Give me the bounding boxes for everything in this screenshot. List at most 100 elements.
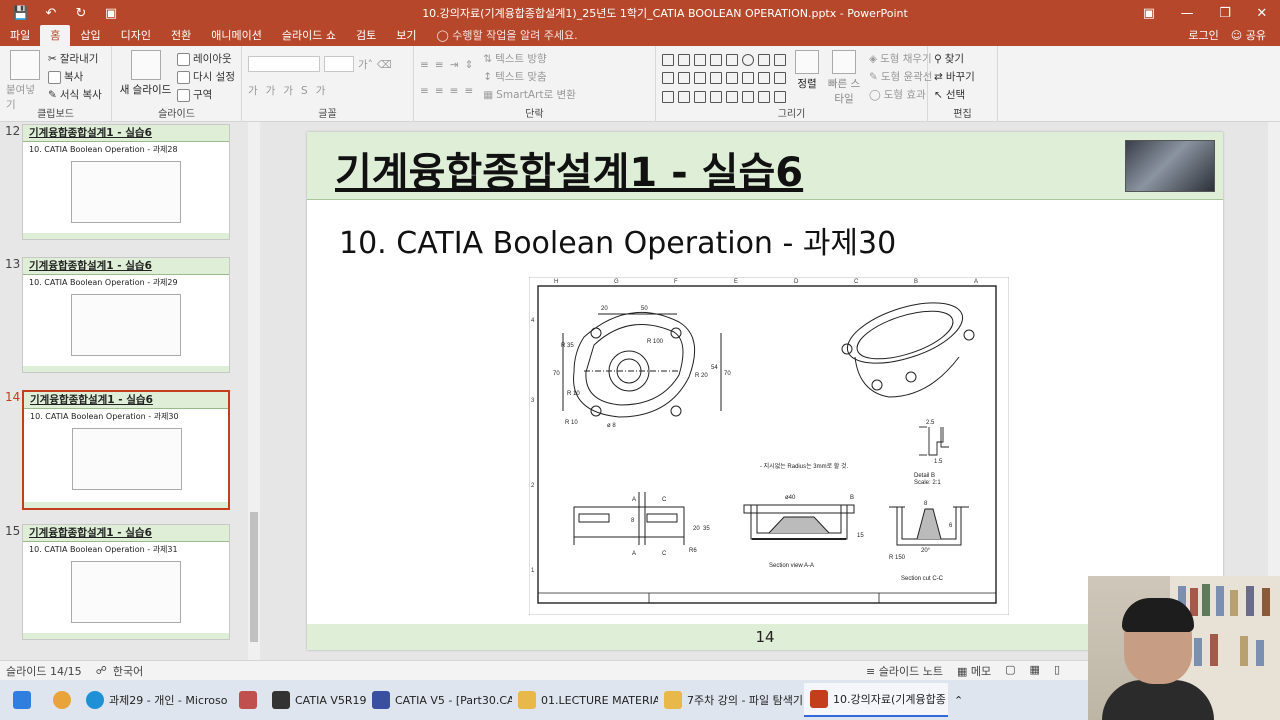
copy-button[interactable]: 복사	[48, 68, 102, 86]
tab-design[interactable]: 디자인	[111, 25, 161, 46]
slide-counter: 슬라이드 14/15	[6, 664, 82, 678]
replace-button[interactable]: ⇄ 바꾸기	[934, 68, 991, 86]
grow-font-icon[interactable]: 가˄	[358, 56, 373, 74]
cut-button[interactable]: ✂ 잘라내기	[48, 50, 102, 68]
ribbon-display-icon[interactable]: ▣	[1143, 6, 1155, 21]
shape-fill-button[interactable]: ◈ 도형 채우기	[869, 50, 932, 68]
tab-animations[interactable]: 애니메이션	[201, 25, 272, 46]
justify-icon[interactable]: ≡	[464, 82, 473, 100]
quick-styles-button[interactable]: 빠른 스타일	[827, 50, 861, 106]
taskbar-powerpoint[interactable]: 10.강의자료(기계융합종	[804, 683, 948, 717]
thumbnail-row[interactable]: 13 기계융합종합설계1 - 실습6 10. CATIA Boolean Ope…	[0, 257, 250, 375]
tab-file[interactable]: 파일	[0, 25, 40, 46]
smartart-button[interactable]: ▦ SmartArt로 변환	[483, 86, 576, 104]
engine-image[interactable]	[1125, 140, 1215, 192]
taskbar-chrome[interactable]	[44, 683, 80, 717]
taskbar-catia[interactable]: CATIA V5 - [Part30.CATF	[366, 683, 512, 717]
align-right-icon[interactable]: ≡	[450, 82, 459, 100]
slide-thumbnail[interactable]: 기계융합종합설계1 - 실습6 10. CATIA Boolean Operat…	[22, 524, 230, 640]
restore-icon[interactable]: ❐	[1219, 6, 1231, 21]
minimize-icon[interactable]: —	[1181, 6, 1194, 21]
thumbnail-drawing	[71, 161, 181, 223]
border-row-label: 1	[531, 568, 535, 574]
thumbnail-scrollbar[interactable]	[248, 122, 260, 660]
tell-me-box[interactable]: ◯ 수행할 작업을 알려 주세요.	[426, 25, 587, 46]
tab-review[interactable]: 검토	[346, 25, 386, 46]
shape-effects-button[interactable]: ◯ 도형 효과	[869, 86, 932, 104]
thumbnail-row[interactable]: 15 기계융합종합설계1 - 실습6 10. CATIA Boolean Ope…	[0, 524, 250, 642]
arrange-button[interactable]: 정렬	[795, 50, 819, 106]
align-left-icon[interactable]: ≡	[420, 82, 429, 100]
layout-button[interactable]: 레이아웃	[177, 50, 235, 68]
person-icon: ☺	[1230, 29, 1243, 42]
tab-insert[interactable]: 삽입	[70, 25, 110, 46]
scrollbar-thumb[interactable]	[250, 512, 258, 642]
undo-icon[interactable]: ↶	[40, 6, 62, 21]
slide-thumbnail[interactable]: 기계융합종합설계1 - 실습6 10. CATIA Boolean Operat…	[22, 124, 230, 240]
thumbnail-title: 기계융합종합설계1 - 실습6	[24, 392, 228, 409]
taskbar-catia-console[interactable]: CATIA V5R19	[266, 683, 366, 717]
slide-subtitle[interactable]: 10. CATIA Boolean Operation - 과제30	[339, 218, 896, 262]
text-direction-button[interactable]: ⇅ 텍스트 방향	[483, 50, 576, 68]
shapes-gallery[interactable]	[662, 54, 787, 106]
line-spacing-icon[interactable]: ⇕	[464, 56, 473, 74]
technical-drawing[interactable]: H G F E D C B A 4 3 2 1 20 50 70 70 54 R…	[529, 277, 1009, 615]
align-text-button[interactable]: ↕ 텍스트 맞춤	[483, 68, 576, 86]
find-button[interactable]: ⚲ 찾기	[934, 50, 991, 68]
thumbnail-row[interactable]: 12 기계융합종합설계1 - 실습6 10. CATIA Boolean Ope…	[0, 124, 250, 242]
section-button[interactable]: 구역	[177, 86, 235, 104]
taskbar-explorer[interactable]: 7주차 강의 - 파일 탐색기	[658, 683, 804, 717]
spell-check-icon[interactable]: ☍	[96, 664, 107, 677]
present-icon[interactable]: ▣	[100, 6, 122, 21]
reading-view-icon[interactable]: ▯	[1054, 663, 1060, 679]
copy-icon	[48, 70, 61, 84]
reset-button[interactable]: 다시 설정	[177, 68, 235, 86]
taskbar-edge[interactable]: 과제29 - 개인 - Microso	[80, 683, 230, 717]
save-icon[interactable]: 💾	[10, 6, 32, 21]
close-icon[interactable]: ✕	[1256, 6, 1267, 21]
align-center-icon[interactable]: ≡	[435, 82, 444, 100]
tab-home[interactable]: 홈	[40, 25, 71, 46]
start-button[interactable]	[0, 683, 44, 717]
notes-button[interactable]: ≡ 슬라이드 노트	[866, 663, 943, 679]
shape-outline-button[interactable]: ✎ 도형 윤곽선	[869, 68, 932, 86]
font-color-icon[interactable]: 가	[316, 82, 326, 100]
taskbar-explorer[interactable]: 01.LECTURE MATERIAL -	[512, 683, 658, 717]
slide-thumbnail-panel[interactable]: 12 기계융합종합설계1 - 실습6 10. CATIA Boolean Ope…	[0, 122, 262, 660]
slide-title[interactable]: 기계융합종합설계1 - 실습6	[335, 140, 803, 198]
numbering-icon[interactable]: ≡	[435, 56, 444, 74]
login-link[interactable]: 로그인	[1188, 27, 1218, 43]
font-name-field[interactable]	[248, 56, 320, 72]
group-drawing: 정렬 빠른 스타일 ◈ 도형 채우기 ✎ 도형 윤곽선 ◯ 도형 효과 그리기	[656, 46, 932, 122]
copy-label: 복사	[64, 71, 84, 83]
cursor-icon: ↖	[934, 89, 943, 101]
strikethrough-icon[interactable]: S	[301, 82, 308, 100]
indent-icon[interactable]: ⇥	[450, 56, 459, 74]
format-painter-button[interactable]: ✎ 서식 복사	[48, 86, 102, 104]
tab-slideshow[interactable]: 슬라이드 쇼	[272, 25, 346, 46]
slide-thumbnail-selected[interactable]: 기계융합종합설계1 - 실습6 10. CATIA Boolean Operat…	[22, 390, 230, 510]
tab-view[interactable]: 보기	[386, 25, 426, 46]
new-slide-button[interactable]: 새 슬라이드	[118, 50, 173, 104]
tray-chevron-icon[interactable]: ⌃	[948, 683, 978, 717]
bold-icon[interactable]: 가	[248, 82, 258, 100]
tab-transitions[interactable]: 전환	[161, 25, 201, 46]
select-button[interactable]: ↖ 선택	[934, 86, 991, 104]
language-indicator[interactable]: 한국어	[113, 663, 143, 679]
slide-thumbnail[interactable]: 기계융합종합설계1 - 실습6 10. CATIA Boolean Operat…	[22, 257, 230, 373]
slide[interactable]: 기계융합종합설계1 - 실습6 10. CATIA Boolean Operat…	[307, 132, 1223, 650]
underline-icon[interactable]: 가	[283, 82, 293, 100]
bullets-icon[interactable]: ≡	[420, 56, 429, 74]
font-size-field[interactable]	[324, 56, 354, 72]
share-button[interactable]: ☺ 공유	[1231, 27, 1266, 43]
taskbar-app[interactable]	[230, 683, 266, 717]
normal-view-icon[interactable]: ▢	[1005, 663, 1015, 679]
redo-icon[interactable]: ↻	[70, 6, 92, 21]
thumbnail-row[interactable]: 14 기계융합종합설계1 - 실습6 10. CATIA Boolean Ope…	[0, 390, 250, 510]
comments-button[interactable]: ▦ 메모	[957, 663, 991, 679]
sorter-view-icon[interactable]: ▦	[1030, 663, 1040, 679]
clear-format-icon[interactable]: ⌫	[377, 56, 392, 74]
thumbnail-subtitle: 10. CATIA Boolean Operation - 과제30	[30, 412, 179, 421]
italic-icon[interactable]: 가	[266, 82, 276, 100]
paste-button[interactable]: 붙여넣기	[6, 50, 44, 112]
